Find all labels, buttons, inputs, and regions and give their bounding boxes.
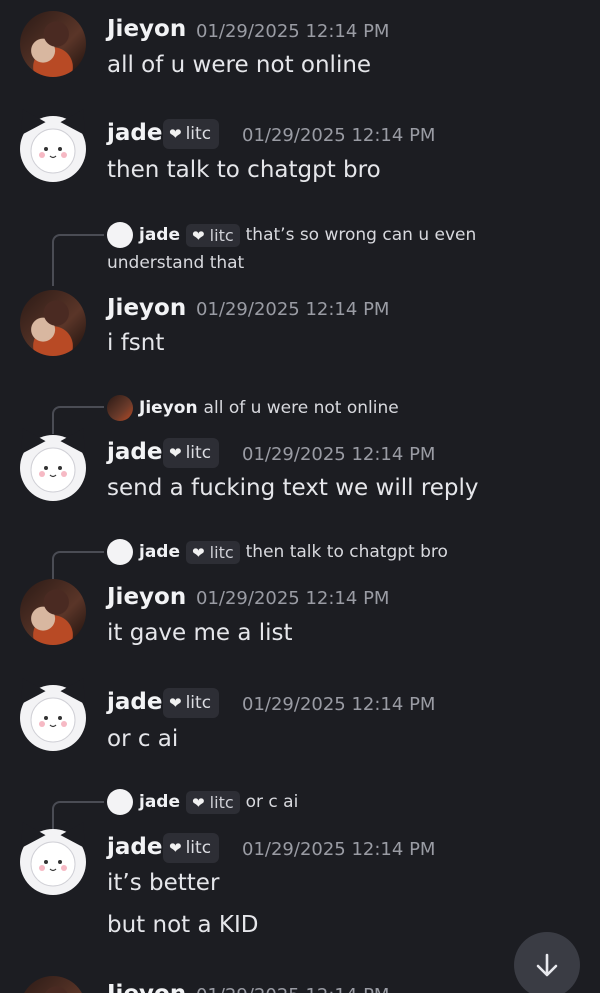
reply-text: that’s so wrong can u even <box>245 225 477 245</box>
reply-connector <box>52 551 104 579</box>
reply-preview[interactable]: jade ❤ litc that’s so wrong can u even <box>107 222 476 248</box>
cat-avatar-icon <box>30 697 76 743</box>
message-text: but not a KID <box>107 912 259 938</box>
reply-avatar <box>107 395 133 421</box>
role-tag-label: litc <box>185 693 212 713</box>
role-tag[interactable]: ❤ litc <box>163 688 220 718</box>
heart-icon: ❤ <box>192 543 205 562</box>
avatar-jieyon[interactable] <box>20 579 86 645</box>
message-timestamp: 01/29/2025 12:14 PM <box>196 985 389 993</box>
reply-author: Jieyon <box>139 398 198 418</box>
message-timestamp: 01/29/2025 12:14 PM <box>196 21 390 42</box>
role-tag-label: litc <box>185 124 212 144</box>
avatar-jade[interactable] <box>20 685 86 751</box>
author-name[interactable]: Jieyon <box>107 295 186 321</box>
role-tag[interactable]: ❤ litc <box>163 119 220 149</box>
message-text: it gave me a list <box>107 620 293 646</box>
reply-avatar <box>107 789 133 815</box>
author-name[interactable]: Jieyon <box>107 584 186 610</box>
message-timestamp: 01/29/2025 12:14 PM <box>242 694 436 715</box>
reply-role-tag: ❤ litc <box>186 540 240 564</box>
avatar-jieyon[interactable] <box>20 11 86 77</box>
message-text: it’s better <box>107 870 220 896</box>
cat-avatar-icon <box>30 447 76 493</box>
avatar-jade[interactable] <box>20 829 86 895</box>
message-text: or c ai <box>107 726 179 752</box>
role-tag[interactable]: ❤ litc <box>163 833 220 863</box>
cat-avatar-icon <box>30 841 76 887</box>
author-name[interactable]: jade <box>107 689 162 715</box>
reply-avatar <box>107 222 133 248</box>
author-name[interactable]: jade <box>107 834 162 860</box>
reply-text: or c ai <box>245 792 299 812</box>
reply-author: jade <box>139 225 180 245</box>
message-timestamp: 01/29/2025 12:14 PM <box>242 839 436 860</box>
reply-role-tag-label: litc <box>209 792 234 812</box>
chat-message-list[interactable]: Jieyon 01/29/2025 12:14 PM all of u were… <box>0 0 600 993</box>
role-tag[interactable]: ❤ litc <box>163 438 220 468</box>
message-timestamp: 01/29/2025 12:14 PM <box>196 588 390 609</box>
avatar-jade[interactable] <box>20 116 86 182</box>
reply-role-tag-label: litc <box>209 225 234 245</box>
reply-avatar <box>107 539 133 565</box>
reply-text: all of u were not online <box>203 398 399 418</box>
reply-connector <box>52 234 104 286</box>
message-timestamp: 01/29/2025 12:14 PM <box>242 125 436 146</box>
author-name[interactable]: Jieyon <box>107 981 186 993</box>
cat-avatar-icon <box>30 128 76 174</box>
avatar-jade[interactable] <box>20 435 86 501</box>
role-tag-label: litc <box>185 443 212 463</box>
heart-icon: ❤ <box>169 444 182 462</box>
author-name[interactable]: jade <box>107 439 162 465</box>
reply-preview[interactable]: jade ❤ litc then talk to chatgpt bro <box>107 539 448 565</box>
scroll-to-bottom-button[interactable] <box>514 932 580 993</box>
message-timestamp: 01/29/2025 12:14 PM <box>196 299 390 320</box>
avatar-jieyon[interactable] <box>20 976 86 993</box>
author-name[interactable]: jade <box>107 120 162 146</box>
role-tag-label: litc <box>185 838 212 858</box>
reply-preview[interactable]: jade ❤ litc or c ai <box>107 789 298 815</box>
reply-text: then talk to chatgpt bro <box>245 542 448 562</box>
heart-icon: ❤ <box>192 793 205 812</box>
arrow-down-icon <box>536 953 558 977</box>
reply-text-continued: understand that <box>107 253 245 273</box>
message-text: i fsnt <box>107 330 165 356</box>
message-text: all of u were not online <box>107 52 372 78</box>
heart-icon: ❤ <box>169 694 182 712</box>
heart-icon: ❤ <box>169 125 182 143</box>
message-timestamp: 01/29/2025 12:14 PM <box>242 444 436 465</box>
reply-author: jade <box>139 542 180 562</box>
message-text: send a fucking text we will reply <box>107 475 479 501</box>
reply-role-tag: ❤ litc <box>186 790 240 814</box>
reply-role-tag: ❤ litc <box>186 223 240 247</box>
avatar-jieyon[interactable] <box>20 290 86 356</box>
heart-icon: ❤ <box>169 839 182 857</box>
reply-role-tag-label: litc <box>209 542 234 562</box>
reply-preview[interactable]: Jieyon all of u were not online <box>107 395 399 421</box>
reply-author: jade <box>139 792 180 812</box>
author-name[interactable]: Jieyon <box>107 16 186 42</box>
message-text: then talk to chatgpt bro <box>107 157 381 183</box>
heart-icon: ❤ <box>192 226 205 245</box>
